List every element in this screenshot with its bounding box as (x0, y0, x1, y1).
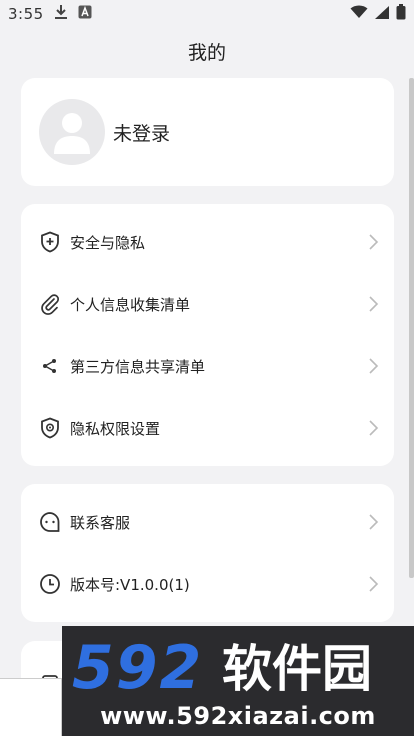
menu-item-label: 联系客服 (70, 513, 131, 532)
scrollbar[interactable] (409, 78, 414, 578)
chevron-right-icon (369, 296, 379, 312)
share-icon (39, 355, 61, 377)
menu-item-privacy-permission-settings[interactable]: 隐私权限设置 (21, 408, 394, 448)
chevron-right-icon (369, 234, 379, 250)
page-title: 我的 (187, 42, 226, 64)
download-icon (54, 4, 68, 24)
login-status-text[interactable]: 未登录 (113, 119, 170, 146)
wifi-icon (350, 5, 368, 23)
paperclip-icon (39, 293, 61, 315)
signal-icon (374, 5, 390, 24)
chevron-right-icon (369, 358, 379, 374)
menu-group-support: 联系客服 版本号:V1.0.0(1) (21, 484, 394, 622)
chevron-right-icon (369, 514, 379, 530)
corner-overlay (0, 678, 62, 736)
menu-item-third-party-share-list[interactable]: 第三方信息共享清单 (21, 346, 394, 386)
menu-group-privacy: 安全与隐私 个人信息收集清单 第三方信息共享清单 隐私权限设置 (21, 204, 394, 466)
chat-bubble-icon (39, 511, 61, 533)
watermark-url: www.592xiazai.com (100, 702, 376, 730)
shield-gear-icon (39, 417, 61, 439)
chevron-right-icon (369, 420, 379, 436)
menu-item-contact-support[interactable]: 联系客服 (21, 502, 394, 542)
watermark-logo: 592 软件园 (72, 633, 372, 698)
menu-item-label: 隐私权限设置 (70, 419, 161, 438)
menu-item-label: 版本号:V1.0.0(1) (70, 575, 190, 594)
menu-item-personal-info-list[interactable]: 个人信息收集清单 (21, 284, 394, 324)
battery-icon (396, 4, 406, 24)
menu-item-version[interactable]: 版本号:V1.0.0(1) (21, 564, 394, 604)
svg-text:592: 592 (72, 633, 203, 698)
status-time: 3:55 (8, 5, 44, 23)
menu-item-label: 安全与隐私 (70, 233, 146, 252)
shield-plus-icon (39, 231, 61, 253)
svg-text:软件园: 软件园 (222, 640, 372, 698)
avatar[interactable] (39, 99, 105, 165)
menu-item-label: 个人信息收集清单 (70, 295, 191, 314)
watermark-banner: 592 软件园 www.592xiazai.com (62, 626, 414, 736)
clock-icon (39, 573, 61, 595)
menu-item-security-privacy[interactable]: 安全与隐私 (21, 222, 394, 262)
menu-item-label: 第三方信息共享清单 (70, 357, 206, 376)
a-badge-icon (78, 5, 92, 23)
chevron-right-icon (369, 576, 379, 592)
user-icon (54, 113, 90, 154)
profile-card[interactable]: 未登录 (21, 78, 394, 186)
status-bar: 3:55 (0, 0, 414, 28)
